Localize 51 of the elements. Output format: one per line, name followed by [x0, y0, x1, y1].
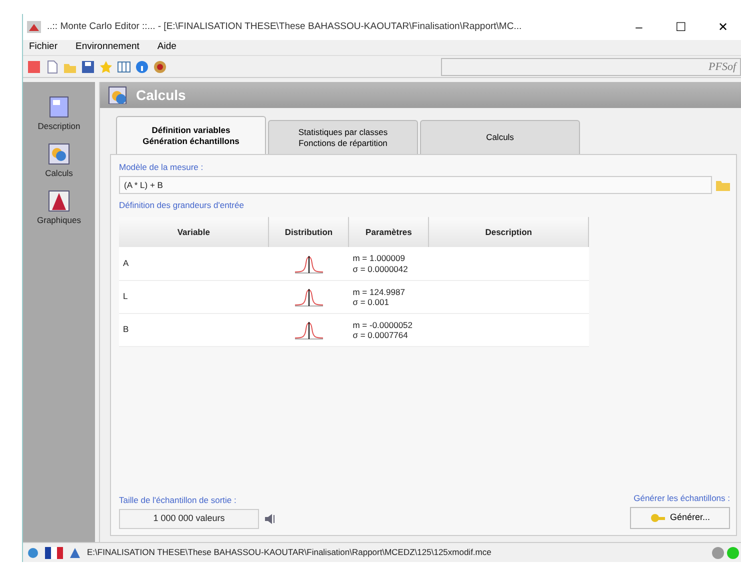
- table-cell: m = -0.0000052 σ = 0.0007764: [348, 313, 429, 346]
- generate-button[interactable]: Générer...: [630, 507, 730, 529]
- minimize-button[interactable]: –: [621, 18, 657, 36]
- save-icon[interactable]: [81, 60, 95, 74]
- column-header[interactable]: Description: [428, 217, 588, 248]
- tab[interactable]: Calculs: [420, 120, 580, 154]
- tab[interactable]: Statistiques par classes Fonctions de répartition: [268, 120, 418, 154]
- field-label: Générer les échantillons :: [634, 492, 730, 505]
- distribution-curve-icon: [294, 321, 324, 340]
- table-cell: m = 124.9987 σ = 0.001: [348, 280, 429, 314]
- circles-icon: [48, 142, 70, 165]
- tab[interactable]: Définition variables Génération échantillons: [116, 116, 266, 154]
- column-header[interactable]: Distribution: [268, 217, 349, 248]
- table-cell: A: [119, 247, 269, 280]
- sidebar-item[interactable]: Description: [38, 96, 80, 133]
- sidebar-item[interactable]: Calculs: [45, 142, 73, 180]
- table-cell: m = 1.000009 σ = 0.0000042: [348, 247, 429, 280]
- document-icon: [48, 96, 70, 118]
- field-label: Taille de l'échantillon de sortie :: [119, 494, 238, 507]
- circles-icon: [108, 86, 128, 104]
- app-icon: [27, 21, 41, 33]
- column-header[interactable]: Paramètres: [348, 217, 429, 248]
- menu-item[interactable]: Aide: [157, 40, 176, 55]
- file-path: E:\FINALISATION THESE\These BAHASSOU-KAOUTAR\Finalisation\Rapport\MCEDZ\125\125xmodif.mce: [87, 546, 492, 559]
- new-file-icon[interactable]: [45, 60, 59, 74]
- close-button[interactable]: ✕: [705, 18, 741, 36]
- field-label: Modèle de la mesure :: [119, 161, 204, 174]
- menu-item[interactable]: Fichier: [29, 40, 58, 55]
- sidebar-item[interactable]: Graphiques: [37, 190, 81, 226]
- menu-item[interactable]: Environnement: [76, 40, 140, 55]
- info-icon[interactable]: [135, 60, 149, 74]
- window-title: ..:: Monte Carlo Editor ::... - [E:\FINALISATION THESE\These BAHASSOU-KAOUTAR\Finalisation\Rapport\MC...: [47, 20, 523, 34]
- flag-icon: [45, 546, 63, 558]
- chart-icon: [48, 190, 70, 212]
- sample-size-field[interactable]: 1 000 000 valeurs: [119, 509, 259, 529]
- table-cell: L: [119, 280, 269, 314]
- section-label: Définition des grandeurs d'entrée: [119, 198, 245, 212]
- chart-icon: [69, 546, 81, 558]
- key-icon: [650, 512, 666, 524]
- table-cell: B: [119, 313, 269, 346]
- distribution-curve-icon: [294, 288, 324, 306]
- brand-text: PFSof: [441, 58, 741, 76]
- star-icon[interactable]: [99, 60, 113, 74]
- distribution-curve-icon: [294, 255, 324, 273]
- panel-title: Calculs: [136, 86, 186, 104]
- status-light-icon: [711, 546, 741, 560]
- speaker-icon[interactable]: [264, 513, 276, 525]
- columns-icon[interactable]: [117, 60, 131, 74]
- formula-field[interactable]: (A * L) + B: [119, 176, 712, 194]
- maximize-button[interactable]: ☐: [663, 18, 699, 36]
- column-header[interactable]: Variable: [119, 217, 269, 248]
